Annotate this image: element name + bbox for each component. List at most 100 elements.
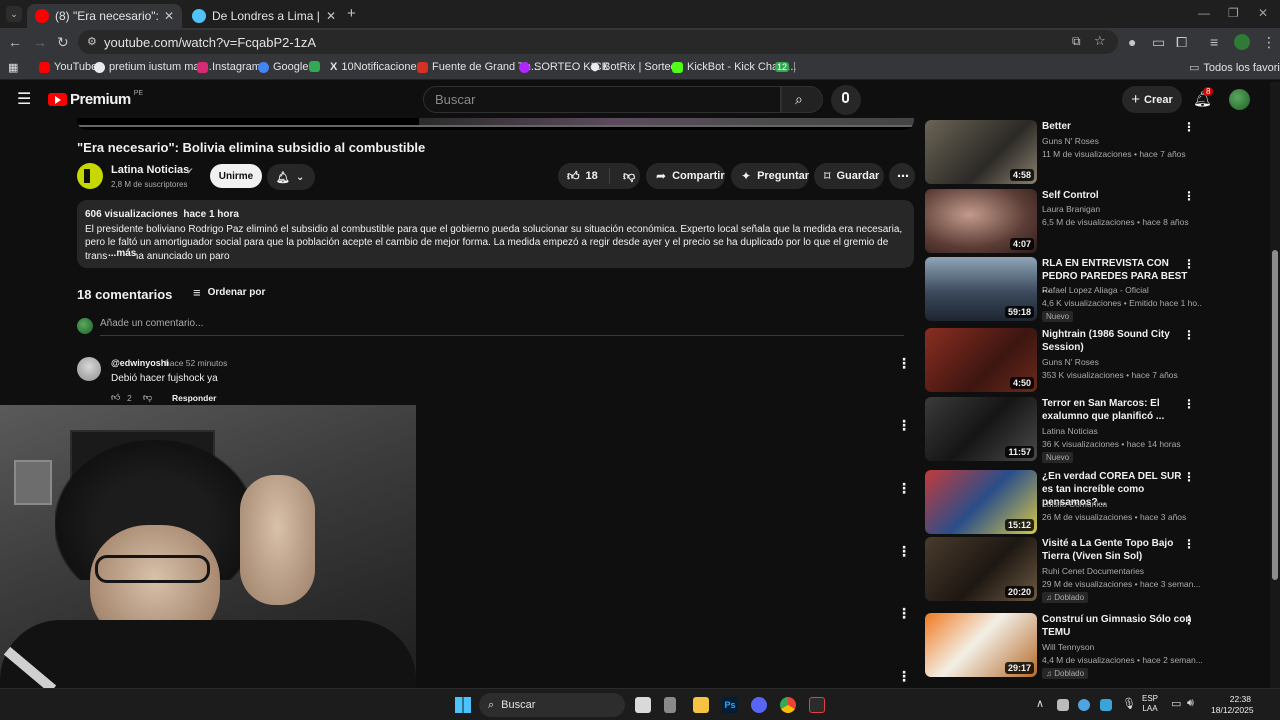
comment-author[interactable]: @edwinyoshi <box>111 358 169 368</box>
voice-search-button[interactable] <box>831 85 861 115</box>
more-options-icon[interactable]: ⋮ <box>1183 613 1195 627</box>
search-input[interactable]: Buscar <box>423 86 781 113</box>
recommended-video[interactable]: 4:58 Better Guns N' Roses 11 M de visual… <box>925 120 1215 184</box>
sort-comments-button[interactable]: ≡ Ordenar por <box>193 285 265 300</box>
comment-author-avatar[interactable] <box>77 357 101 381</box>
page-scrollbar[interactable] <box>1270 82 1280 688</box>
tray-app-icon[interactable] <box>1100 699 1112 711</box>
task-view-icon[interactable] <box>635 697 651 713</box>
comment-menu-icon[interactable]: ⋮ <box>897 480 911 497</box>
bookmark-10notificaciones[interactable]: X 10Notificaciones <box>330 61 422 73</box>
minimize-icon[interactable]: — <box>1198 6 1210 20</box>
like-button[interactable]: 👍︎ 18 <box>558 168 610 184</box>
more-options-icon[interactable]: ⋮ <box>1183 397 1195 411</box>
bookmark-folder-12[interactable]: 12 | <box>775 61 796 73</box>
close-window-icon[interactable]: ✕ <box>1258 6 1268 20</box>
close-tab-icon[interactable]: ✕ <box>326 9 336 23</box>
recommended-video[interactable]: 29:17 Construí un Gimnasio Sólo con TEMU… <box>925 613 1215 679</box>
file-explorer-icon[interactable] <box>693 697 709 713</box>
microphone-icon[interactable]: 🎙︎ <box>1122 697 1136 710</box>
site-info-icon[interactable]: ⚙ <box>87 35 97 48</box>
create-button[interactable]: + Crear <box>1122 86 1182 113</box>
video-thumbnail[interactable]: 59:18 <box>925 257 1037 321</box>
tray-app-icon[interactable] <box>1057 699 1069 711</box>
close-tab-icon[interactable]: ✕ <box>164 9 174 23</box>
restore-icon[interactable]: ❐ <box>1228 6 1239 20</box>
comment-time[interactable]: hace 52 minutos <box>165 358 227 368</box>
more-options-icon[interactable]: ⋮ <box>1183 257 1195 271</box>
more-options-icon[interactable]: ⋮ <box>1183 537 1195 551</box>
back-icon[interactable]: ← <box>8 34 22 50</box>
extension-icon[interactable]: ● <box>1128 34 1136 50</box>
more-options-icon[interactable]: ⋮ <box>1183 470 1195 484</box>
comment-menu-icon[interactable]: ⋮ <box>897 355 911 372</box>
scrollbar-thumb[interactable] <box>1272 250 1278 580</box>
progress-bar-track[interactable] <box>77 125 914 127</box>
bookmark-botrix[interactable]: BotRix | Sorteos <box>589 61 682 73</box>
video-player[interactable] <box>77 118 914 130</box>
all-bookmarks-folder[interactable]: ▭Todos los favoritos <box>1189 61 1280 75</box>
recommended-video[interactable]: 20:20 Visité a La Gente Topo Bajo Tierra… <box>925 537 1215 603</box>
bookmark-google[interactable]: Google <box>258 61 308 73</box>
app-icon[interactable] <box>664 697 676 713</box>
bookmark-pinwheel[interactable] <box>309 61 320 72</box>
video-description[interactable]: 606 visualizaciones hace 1 hora El presi… <box>77 200 914 268</box>
forward-icon[interactable]: → <box>33 34 47 50</box>
recommended-video[interactable]: 4:07 Self Control Laura Branigan 6,5 M d… <box>925 189 1215 253</box>
comment-like-button[interactable]: 👍︎ <box>111 392 120 403</box>
apps-grid-icon[interactable]: ▦ <box>8 61 18 74</box>
comment-menu-icon[interactable]: ⋮ <box>897 417 911 434</box>
tab-youtube-video[interactable]: (8) "Era necesario": Bolivia elimi ✕ <box>27 4 182 28</box>
subscribe-notifications-button[interactable]: 🔔︎ ⌄ <box>267 164 315 190</box>
reload-icon[interactable]: ↻ <box>57 34 69 51</box>
extensions-puzzle-icon[interactable]: ⧠ <box>1176 34 1187 51</box>
bookmark-star-icon[interactable]: ☆ <box>1094 33 1106 49</box>
new-tab-icon[interactable]: + <box>347 5 356 22</box>
recommended-video[interactable]: 15:12 ¿En verdad COREA DEL SUR es tan in… <box>925 470 1215 534</box>
ask-button[interactable]: ✦ Preguntar <box>731 163 809 189</box>
comment-menu-icon[interactable]: ⋮ <box>897 605 911 622</box>
show-hidden-icons[interactable]: ∧ <box>1036 697 1044 710</box>
more-options-icon[interactable]: ⋮ <box>1183 120 1195 134</box>
volume-icon[interactable]: 🔊︎ <box>1187 697 1194 710</box>
recommended-video[interactable]: 4:50 Nightrain (1986 Sound City Session)… <box>925 328 1215 392</box>
taskbar-search-box[interactable]: ⌕ Buscar <box>479 693 625 717</box>
install-icon[interactable]: ⧉ <box>1072 34 1081 49</box>
channel-avatar[interactable] <box>77 163 103 189</box>
windows-start-icon[interactable] <box>455 697 471 713</box>
account-avatar[interactable] <box>1229 89 1250 110</box>
search-button[interactable]: ⌕ <box>781 86 823 113</box>
tab-google-flights[interactable]: De Londres a Lima | Google Vu ✕ <box>184 4 344 28</box>
bookmark-instagram[interactable]: Instagram <box>197 61 261 73</box>
video-thumbnail[interactable]: 4:07 <box>925 189 1037 253</box>
menu-kebab-icon[interactable]: ⋮ <box>1262 34 1276 51</box>
app-icon[interactable] <box>809 697 825 713</box>
youtube-premium-logo[interactable]: Premium PE <box>48 90 143 108</box>
show-more-link[interactable]: ...más <box>107 247 137 261</box>
recommended-video[interactable]: 11:57 Terror en San Marcos: El exalumno … <box>925 397 1215 463</box>
comment-menu-icon[interactable]: ⋮ <box>897 543 911 560</box>
join-button[interactable]: Unirme <box>210 164 262 188</box>
comment-reply-button[interactable]: Responder <box>172 393 216 403</box>
input-language-indicator[interactable]: ESP LAA <box>1142 694 1158 714</box>
comment-dislike-button[interactable]: 👎︎ <box>143 392 152 403</box>
video-thumbnail[interactable]: 20:20 <box>925 537 1037 601</box>
more-options-icon[interactable]: ⋮ <box>1183 189 1195 203</box>
video-thumbnail[interactable]: 15:12 <box>925 470 1037 534</box>
bookmark-pretium[interactable]: pretium iustum mat... <box>94 61 212 73</box>
address-bar[interactable]: ⚙ youtube.com/watch?v=FcqabP2-1zA ⧉ ☆ <box>78 30 1118 54</box>
channel-name[interactable]: Latina Noticias <box>111 164 189 176</box>
chrome-icon[interactable] <box>780 697 796 713</box>
system-clock[interactable]: 22:38 18/12/2025 <box>1211 694 1254 716</box>
network-icon[interactable]: ▭ <box>1171 697 1181 710</box>
more-actions-button[interactable]: ⋯ <box>889 163 915 189</box>
add-comment-input[interactable]: Añade un comentario... <box>100 318 904 336</box>
share-button[interactable]: ➦ Compartir <box>646 163 725 189</box>
tab-search-button[interactable]: ⌄ <box>6 6 22 22</box>
photoshop-icon[interactable]: Ps <box>722 697 738 713</box>
profile-avatar[interactable] <box>1234 34 1250 50</box>
recommended-video[interactable]: 59:18 RLA EN ENTREVISTA CON PEDRO PAREDE… <box>925 257 1215 322</box>
hamburger-menu-icon[interactable]: ☰ <box>17 89 31 109</box>
more-options-icon[interactable]: ⋮ <box>1183 328 1195 342</box>
dislike-button[interactable]: 👎︎ <box>616 169 635 184</box>
